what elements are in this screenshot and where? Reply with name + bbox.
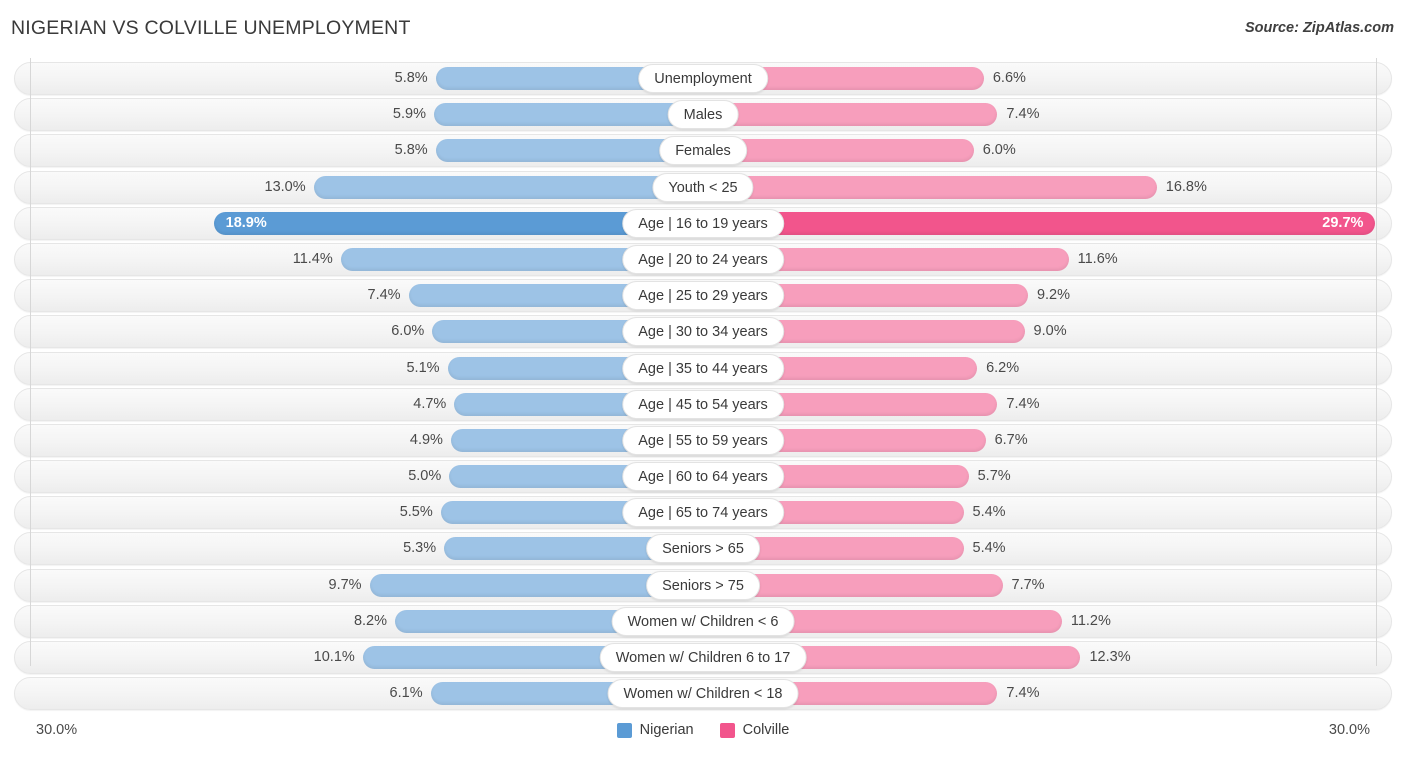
value-label-colville: 11.2% xyxy=(1070,612,1111,629)
value-label-colville: 7.7% xyxy=(1011,576,1045,593)
table-row[interactable]: 5.9% 7.4% Males xyxy=(0,98,1406,132)
value-label-colville: 5.4% xyxy=(972,540,1006,557)
value-label-nigerian: 18.9% xyxy=(225,214,267,231)
value-label-colville: 6.2% xyxy=(986,359,1020,376)
table-row[interactable]: 10.1% 12.3% Women w/ Children 6 to 17 xyxy=(0,641,1406,674)
value-label-nigerian: 5.9% xyxy=(392,106,426,123)
row-label: Women w/ Children < 18 xyxy=(607,679,799,709)
row-label: Age | 60 to 64 years xyxy=(622,462,784,492)
value-label-nigerian: 5.3% xyxy=(403,540,437,557)
table-row[interactable]: 13.0% 16.8% Youth < 25 xyxy=(0,170,1406,204)
page-title: NIGERIAN VS COLVILLE UNEMPLOYMENT xyxy=(11,17,411,39)
value-label-nigerian: 11.4% xyxy=(292,250,333,267)
value-label-colville: 7.4% xyxy=(1006,395,1040,412)
row-label: Age | 65 to 74 years xyxy=(622,498,784,528)
value-label-colville: 7.4% xyxy=(1006,685,1040,702)
value-label-nigerian: 9.7% xyxy=(328,576,362,593)
axis-line-left xyxy=(30,58,31,666)
value-label-colville: 6.6% xyxy=(992,70,1026,86)
value-label-nigerian: 5.0% xyxy=(408,468,442,485)
legend-swatch-icon xyxy=(616,722,632,738)
value-label-nigerian: 8.2% xyxy=(353,612,387,629)
value-label-colville: 5.4% xyxy=(972,504,1006,521)
value-label-colville: 12.3% xyxy=(1089,649,1131,665)
value-label-colville: 11.6% xyxy=(1077,250,1118,267)
row-label: Age | 30 to 34 years xyxy=(622,317,784,347)
value-label-colville: 5.7% xyxy=(977,468,1011,485)
row-label: Age | 45 to 54 years xyxy=(622,389,784,419)
bar-colville xyxy=(699,103,998,127)
value-label-nigerian: 6.1% xyxy=(389,685,423,702)
value-label-colville: 16.8% xyxy=(1165,178,1207,195)
table-row[interactable]: 6.1% 7.4% Women w/ Children < 18 xyxy=(0,677,1406,711)
plot-area: 5.8% 6.6% Unemployment 5.9% 7.4% Males 5.8% 6.0… xyxy=(0,58,1406,718)
source-attribution: Source: ZipAtlas.com xyxy=(1244,20,1394,36)
chart-footer: 30.0% 30.0% Nigerian Colville xyxy=(0,718,1406,757)
table-row[interactable]: 5.1% 6.2% Age | 35 to 44 years xyxy=(0,351,1406,385)
value-label-colville: 6.0% xyxy=(982,142,1016,159)
value-label-nigerian: 5.8% xyxy=(394,70,428,86)
value-label-nigerian: 5.5% xyxy=(399,504,433,521)
row-label: Seniors > 65 xyxy=(646,534,760,564)
chart-header: NIGERIAN VS COLVILLE UNEMPLOYMENT Source… xyxy=(0,0,1406,58)
table-row[interactable]: 9.7% 7.7% Seniors > 75 xyxy=(0,568,1406,602)
table-row[interactable]: 7.4% 9.2% Age | 25 to 29 years xyxy=(0,279,1406,313)
value-label-colville: 29.7% xyxy=(1322,214,1364,231)
value-label-nigerian: 4.7% xyxy=(413,395,447,412)
table-row[interactable]: 4.7% 7.4% Age | 45 to 54 years xyxy=(0,387,1406,421)
row-label: Age | 20 to 24 years xyxy=(622,244,784,274)
bar-rows: 5.8% 6.6% Unemployment 5.9% 7.4% Males 5.8% 6.0… xyxy=(0,62,1406,713)
value-label-nigerian: 5.1% xyxy=(406,359,440,376)
table-row[interactable]: 6.0% 9.0% Age | 30 to 34 years xyxy=(0,315,1406,349)
axis-line-right xyxy=(1376,58,1377,666)
row-label: Males xyxy=(667,100,739,130)
row-label: Age | 16 to 19 years xyxy=(622,208,784,238)
row-label: Age | 35 to 44 years xyxy=(622,353,784,383)
legend-swatch-icon xyxy=(719,722,735,738)
value-label-colville: 7.4% xyxy=(1006,106,1040,123)
table-row[interactable]: 5.8% 6.6% Unemployment xyxy=(0,62,1406,95)
table-row[interactable]: 5.0% 5.7% Age | 60 to 64 years xyxy=(0,460,1406,494)
table-row[interactable]: 18.9% 29.7% Age | 16 to 19 years xyxy=(0,206,1406,240)
row-label: Age | 25 to 29 years xyxy=(622,281,784,311)
value-label-nigerian: 10.1% xyxy=(313,649,355,665)
value-label-colville: 9.2% xyxy=(1036,287,1070,304)
row-label: Women w/ Children < 6 xyxy=(611,606,795,636)
table-row[interactable]: 11.4% 11.6% Age | 20 to 24 years xyxy=(0,242,1406,276)
bar-colville xyxy=(699,175,1157,199)
bar-nigerian xyxy=(313,175,707,199)
chart-legend: Nigerian Colville xyxy=(0,722,1406,738)
row-label: Unemployment xyxy=(638,64,768,93)
row-label: Seniors > 75 xyxy=(646,570,760,600)
value-label-nigerian: 6.0% xyxy=(391,323,425,340)
table-row[interactable]: 8.2% 11.2% Women w/ Children < 6 xyxy=(0,604,1406,638)
bar-nigerian xyxy=(433,103,707,127)
row-label: Women w/ Children 6 to 17 xyxy=(599,643,807,672)
value-label-nigerian: 7.4% xyxy=(367,287,401,304)
value-label-colville: 6.7% xyxy=(994,431,1028,448)
chart-root: NIGERIAN VS COLVILLE UNEMPLOYMENT Source… xyxy=(0,0,1406,757)
legend-item[interactable]: Nigerian xyxy=(616,722,694,738)
value-label-nigerian: 5.8% xyxy=(394,142,428,159)
legend-label: Nigerian xyxy=(639,722,694,738)
table-row[interactable]: 5.8% 6.0% Females xyxy=(0,134,1406,168)
value-label-nigerian: 13.0% xyxy=(264,178,306,195)
table-row[interactable]: 5.3% 5.4% Seniors > 65 xyxy=(0,532,1406,566)
value-label-nigerian: 4.9% xyxy=(409,431,443,448)
row-label: Youth < 25 xyxy=(652,172,754,202)
value-label-colville: 9.0% xyxy=(1033,323,1067,340)
row-label: Females xyxy=(659,136,747,166)
table-row[interactable]: 5.5% 5.4% Age | 65 to 74 years xyxy=(0,496,1406,530)
legend-label: Colville xyxy=(742,722,790,738)
table-row[interactable]: 4.9% 6.7% Age | 55 to 59 years xyxy=(0,423,1406,457)
row-label: Age | 55 to 59 years xyxy=(622,425,784,455)
legend-item[interactable]: Colville xyxy=(719,722,790,738)
